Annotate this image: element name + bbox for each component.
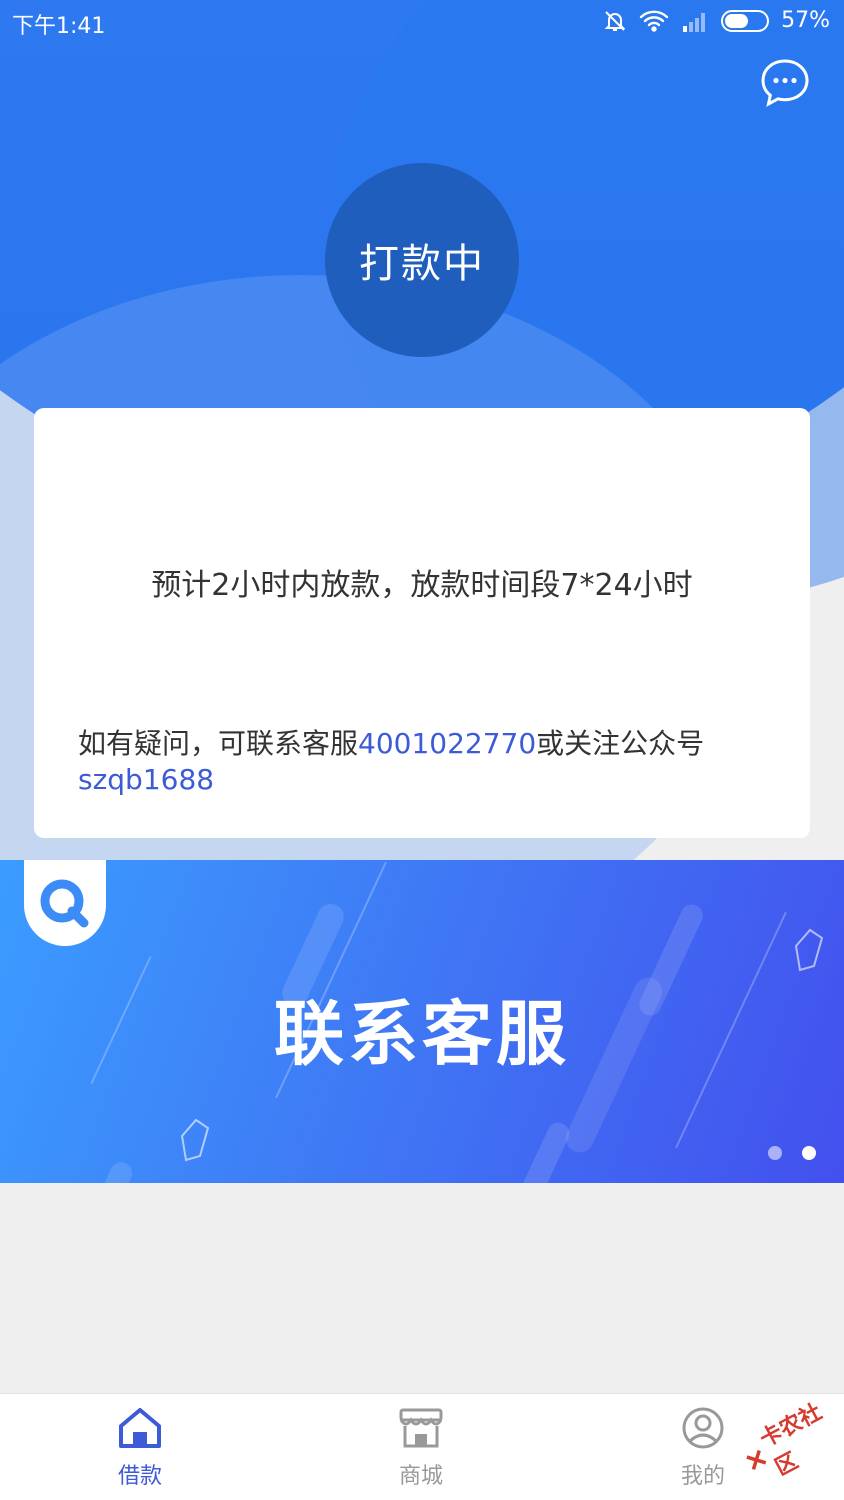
chat-bubble-icon bbox=[761, 59, 809, 107]
battery-icon bbox=[721, 9, 770, 32]
wechat-account-link[interactable]: szqb1688 bbox=[78, 763, 214, 796]
help-middle: 或关注公众号 bbox=[536, 727, 705, 760]
bell-off-icon bbox=[603, 9, 627, 33]
status-time: 下午1:41 bbox=[12, 14, 106, 39]
chat-button[interactable] bbox=[760, 58, 810, 108]
signal-icon bbox=[681, 10, 709, 32]
customer-service-phone-link[interactable]: 4001022770 bbox=[358, 727, 536, 760]
battery-percent: 57% bbox=[781, 8, 830, 33]
help-prefix: 如有疑问，可联系客服 bbox=[78, 727, 359, 760]
contact-service-banner[interactable]: 联系客服 bbox=[0, 860, 844, 1183]
disbursement-notice: 预计2小时内放款，放款时间段7*24小时 bbox=[151, 568, 693, 603]
info-card: 预计2小时内放款，放款时间段7*24小时 如有疑问，可联系客服400102277… bbox=[34, 408, 810, 838]
carousel-indicator bbox=[768, 1146, 816, 1160]
nav-label-mall: 商城 bbox=[398, 1464, 443, 1489]
search-logo-icon bbox=[24, 860, 106, 946]
loan-status-circle: 打款中 bbox=[325, 163, 519, 357]
help-text: 如有疑问，可联系客服4001022770或关注公众号 szqb1688 bbox=[78, 726, 770, 798]
crystal-decoration-icon bbox=[794, 928, 824, 972]
nav-label-mine: 我的 bbox=[680, 1464, 725, 1489]
store-icon bbox=[399, 1408, 443, 1448]
status-bar: 下午1:41 57% bbox=[0, 0, 844, 44]
banner-title: 联系客服 bbox=[274, 993, 570, 1075]
nav-item-mall[interactable]: 商城 bbox=[361, 1406, 481, 1490]
carousel-dot-active[interactable] bbox=[802, 1146, 816, 1160]
carousel-dot[interactable] bbox=[768, 1146, 782, 1160]
home-icon bbox=[119, 1408, 161, 1448]
nav-item-loan[interactable]: 借款 bbox=[80, 1406, 200, 1490]
wifi-icon bbox=[639, 10, 669, 32]
bottom-nav: 借款 商城 我的 bbox=[0, 1393, 844, 1500]
nav-label-loan: 借款 bbox=[117, 1464, 162, 1489]
crystal-decoration-icon bbox=[180, 1118, 210, 1162]
loan-status-label: 打款中 bbox=[359, 241, 485, 287]
user-icon bbox=[682, 1407, 724, 1449]
